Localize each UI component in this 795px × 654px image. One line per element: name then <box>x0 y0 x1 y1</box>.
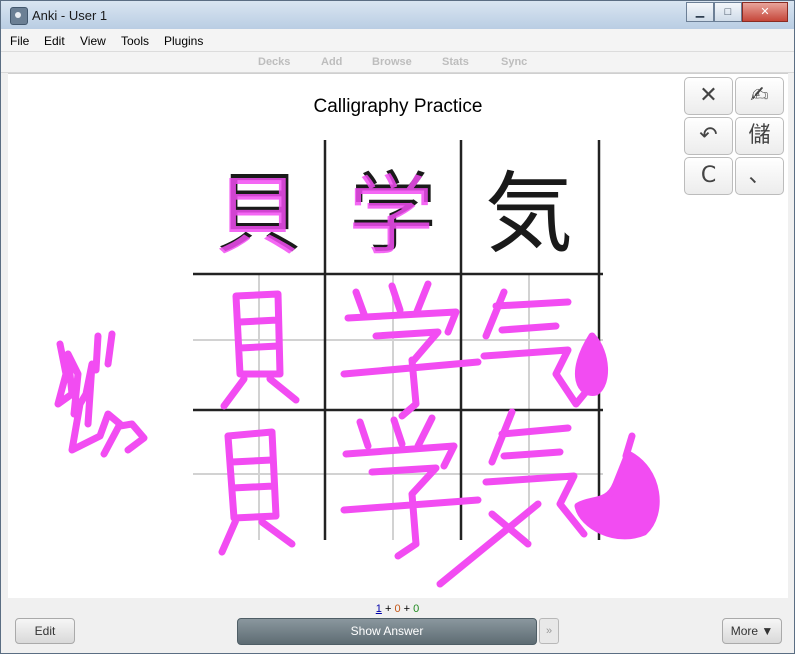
due-counts: 1 + 0 + 0 <box>1 603 794 615</box>
ink-layer[interactable] <box>8 74 788 598</box>
kanji-button[interactable]: 儲 <box>735 117 784 155</box>
close-x-icon: ✕ <box>699 83 718 108</box>
clear-ink-button[interactable]: ✕ <box>684 77 733 115</box>
menu-file[interactable]: File <box>10 34 29 48</box>
toolbar-sync[interactable]: Sync <box>501 56 527 68</box>
window-controls: ▁ □ ✕ <box>686 2 788 22</box>
pen-button[interactable]: ✍ <box>735 77 784 115</box>
new-count: 1 <box>375 603 382 615</box>
minimize-button[interactable]: ▁ <box>686 2 714 22</box>
toolbar-browse[interactable]: Browse <box>372 56 412 68</box>
review-footer: 1 + 0 + 0 Edit Show Answer » More ▼ <box>1 598 794 653</box>
count-separator: + <box>384 603 392 615</box>
toolbar-decks[interactable]: Decks <box>258 56 290 68</box>
edit-button[interactable]: Edit <box>15 618 75 644</box>
toolbar-add[interactable]: Add <box>321 56 342 68</box>
learning-count: 0 <box>394 603 401 615</box>
show-answer-button[interactable]: Show Answer <box>237 618 537 645</box>
count-separator: + <box>403 603 411 615</box>
close-button[interactable]: ✕ <box>742 2 788 22</box>
window-title: Anki - User 1 <box>32 8 108 23</box>
toolbar-stats[interactable]: Stats <box>442 56 469 68</box>
stroke-button[interactable]: 、 <box>735 157 784 195</box>
reset-button[interactable]: C <box>684 157 733 195</box>
kanji-label: 儲 <box>748 123 771 148</box>
menu-bar: File Edit View Tools Plugins <box>1 29 794 52</box>
stroke-icon: 、 <box>748 163 771 188</box>
menu-plugins[interactable]: Plugins <box>164 34 203 48</box>
menu-edit[interactable]: Edit <box>44 34 65 48</box>
anki-window: Anki - User 1 ▁ □ ✕ File Edit View Tools… <box>0 0 795 654</box>
more-button[interactable]: More ▼ <box>722 618 782 644</box>
skip-button[interactable]: » <box>539 618 559 644</box>
main-toolbar: Decks Add Browse Stats Sync <box>1 52 794 73</box>
menu-tools[interactable]: Tools <box>121 34 149 48</box>
anki-logo-icon <box>10 7 28 25</box>
maximize-button[interactable]: □ <box>714 2 742 22</box>
card-area[interactable]: Calligraphy Practice 貝 学 気 貝 学 ✕ ✍ ↶ 儲 C… <box>8 73 788 598</box>
undo-icon: ↶ <box>699 123 718 148</box>
review-count: 0 <box>413 603 420 615</box>
title-bar[interactable]: Anki - User 1 ▁ □ ✕ <box>1 1 794 29</box>
menu-view[interactable]: View <box>80 34 106 48</box>
reset-label: C <box>700 163 717 188</box>
undo-button[interactable]: ↶ <box>684 117 733 155</box>
pen-icon: ✍ <box>750 83 769 108</box>
